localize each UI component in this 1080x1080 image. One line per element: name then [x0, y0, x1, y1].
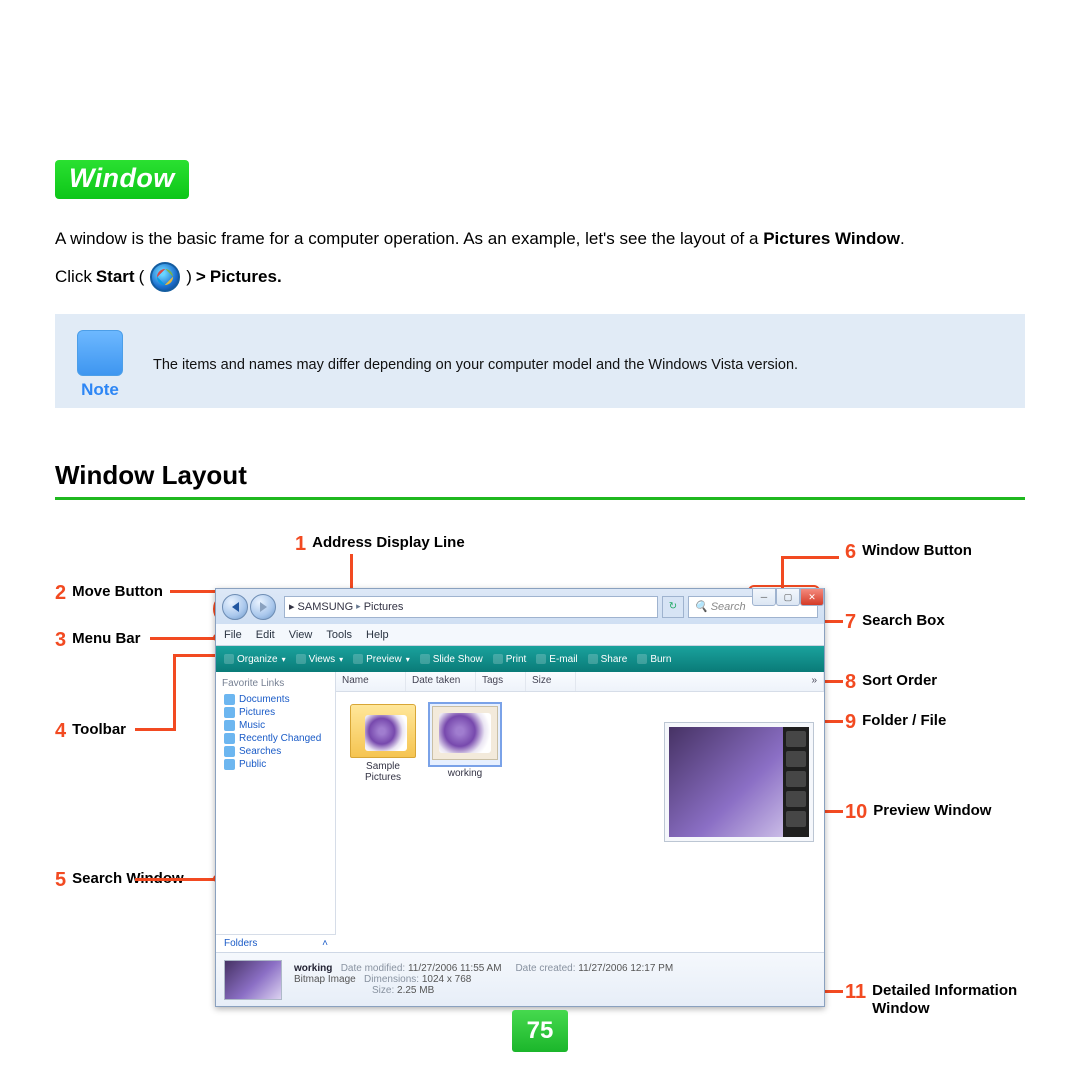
address-bar[interactable]: ▸ SAMSUNG▸ Pictures — [284, 596, 658, 618]
tb-views[interactable]: Views — [296, 654, 344, 665]
sidebar-recent[interactable]: Recently Changed — [222, 732, 329, 745]
favorites-sidebar: Favorite Links Documents Pictures Music … — [216, 672, 336, 934]
details-thumbnail — [224, 960, 282, 1000]
intro-pre: A window is the basic frame for a comput… — [55, 229, 763, 248]
file-working[interactable]: working — [430, 704, 500, 783]
callout-1: 1Address Display Line — [295, 534, 465, 554]
tb-email[interactable]: E-mail — [536, 654, 577, 665]
minimize-button[interactable]: ─ — [752, 588, 776, 606]
callout-4: 4Toolbar — [55, 721, 126, 741]
tb-organize[interactable]: Organize — [224, 654, 286, 665]
tb-burn[interactable]: Burn — [637, 654, 671, 665]
column-headers[interactable]: Name Date taken Tags Size » — [336, 672, 824, 692]
callout-8: 8Sort Order — [845, 672, 937, 692]
section-badge: Window — [55, 160, 189, 199]
intro-bold: Pictures Window — [763, 229, 900, 248]
intro-text: A window is the basic frame for a comput… — [55, 225, 1025, 252]
callout-7: 7Search Box — [845, 612, 945, 632]
titlebar[interactable]: ▸ SAMSUNG▸ Pictures ↻ 🔍Search ─ ▢ ✕ — [216, 589, 824, 624]
callout-11: 11Detailed Information Window — [845, 982, 1025, 1018]
callout-3: 3Menu Bar — [55, 630, 140, 650]
content-area[interactable]: Name Date taken Tags Size » Sample Pictu… — [336, 672, 824, 952]
back-button[interactable] — [222, 594, 248, 620]
forward-button[interactable] — [250, 594, 276, 620]
callout-2: 2Move Button — [55, 583, 163, 603]
refresh-button[interactable]: ↻ — [662, 596, 684, 618]
sidebar-pictures[interactable]: Pictures — [222, 706, 329, 719]
sidebar-music[interactable]: Music — [222, 719, 329, 732]
pictures-window: ▸ SAMSUNG▸ Pictures ↻ 🔍Search ─ ▢ ✕ File… — [215, 588, 825, 1007]
intro-post: . — [900, 229, 905, 248]
start-orb-icon — [150, 262, 180, 292]
menu-bar: File Edit View Tools Help — [216, 624, 824, 646]
callout-10: 10Preview Window — [845, 802, 991, 822]
page-number: 75 — [512, 1010, 568, 1052]
folder-sample-pictures[interactable]: Sample Pictures — [348, 704, 418, 783]
note-icon — [77, 330, 123, 376]
sidebar-documents[interactable]: Documents — [222, 693, 329, 706]
callout-6: 6Window Button — [845, 542, 972, 562]
callout-9: 9Folder / File — [845, 712, 946, 732]
menu-file[interactable]: File — [224, 629, 242, 641]
note-label: Note — [77, 380, 123, 400]
note-box: Note The items and names may differ depe… — [55, 314, 1025, 408]
menu-help[interactable]: Help — [366, 629, 389, 641]
details-pane: working Date modified: 11/27/2006 11:55 … — [216, 952, 824, 1006]
sidebar-header: Favorite Links — [222, 678, 329, 689]
preview-pane — [664, 722, 814, 842]
close-button[interactable]: ✕ — [800, 588, 824, 606]
diagram: 1Address Display Line 2Move Button 3Menu… — [55, 528, 1025, 1068]
folders-toggle[interactable]: Folders˄ — [216, 934, 336, 952]
command-toolbar: Organize Views Preview Slide Show Print … — [216, 646, 824, 672]
tb-preview[interactable]: Preview — [353, 654, 410, 665]
menu-tools[interactable]: Tools — [326, 629, 352, 641]
menu-edit[interactable]: Edit — [256, 629, 275, 641]
menu-view[interactable]: View — [289, 629, 313, 641]
note-text: The items and names may differ depending… — [153, 357, 798, 373]
sidebar-searches[interactable]: Searches — [222, 745, 329, 758]
sidebar-public[interactable]: Public — [222, 758, 329, 771]
section-title: Window Layout — [55, 460, 1025, 500]
maximize-button[interactable]: ▢ — [776, 588, 800, 606]
tb-print[interactable]: Print — [493, 654, 527, 665]
tb-slideshow[interactable]: Slide Show — [420, 654, 483, 665]
tb-share[interactable]: Share — [588, 654, 628, 665]
click-instruction: Click Start ( ) > Pictures. — [55, 262, 1025, 292]
